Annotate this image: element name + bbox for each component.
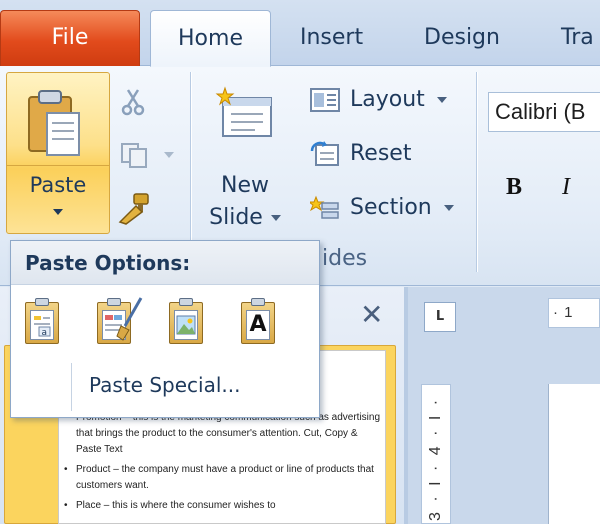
- use-destination-theme-option[interactable]: a: [25, 298, 59, 344]
- layout-icon: [310, 88, 340, 112]
- layout-dropdown-icon: [436, 97, 447, 103]
- new-slide-label-line2: Slide: [195, 202, 295, 234]
- vertical-ruler[interactable]: 3 · I · 4 · I ·: [421, 384, 451, 524]
- paste-as-picture-option[interactable]: [169, 298, 203, 344]
- paste-split-divider: [7, 165, 109, 166]
- paste-options-title: Paste Options:: [11, 241, 319, 285]
- section-button[interactable]: Section: [310, 188, 454, 228]
- keep-text-only-icon: A: [246, 310, 270, 340]
- reset-label: Reset: [350, 141, 412, 166]
- tab-home[interactable]: Home: [150, 10, 271, 67]
- slide-canvas[interactable]: [548, 384, 600, 524]
- theme-sheet-glyph: a: [34, 316, 51, 338]
- paste-special-menu-item[interactable]: Paste Special...: [89, 373, 240, 397]
- paste-label: Paste: [29, 173, 87, 197]
- clipboard-clip: [251, 298, 265, 306]
- italic-button[interactable]: I: [562, 174, 570, 201]
- slides-group-label: ides: [322, 246, 368, 271]
- tab-selector-button[interactable]: L: [424, 302, 456, 332]
- layout-button[interactable]: Layout: [310, 80, 447, 120]
- section-dropdown-icon: [443, 205, 454, 211]
- paste-dropdown-arrow-icon[interactable]: [53, 209, 63, 215]
- horizontal-ruler[interactable]: · 1: [548, 298, 600, 328]
- section-label: Section: [350, 195, 432, 220]
- new-slide-icon: [215, 86, 272, 137]
- new-slide-button[interactable]: New Slide: [195, 74, 295, 234]
- use-destination-theme-icon: a: [30, 310, 54, 340]
- copy-icon[interactable]: [118, 140, 178, 170]
- clipboard-clip: [35, 298, 49, 306]
- theme-glyph-text: a: [42, 328, 48, 338]
- paste-options-menu: Paste Options: a A Paste Special...: [10, 240, 320, 418]
- new-slide-label-text: Slide: [209, 205, 263, 230]
- slide-thumbnail-body: Promotion – this is the marketing commun…: [64, 410, 382, 518]
- paste-button[interactable]: Paste: [6, 72, 110, 234]
- new-slide-dropdown-icon: [270, 215, 281, 221]
- tab-transitions[interactable]: Tra: [561, 10, 594, 66]
- picture-icon: [174, 310, 198, 340]
- keep-text-only-option[interactable]: A: [241, 298, 275, 344]
- new-slide-label-line1: New: [221, 173, 269, 198]
- layout-label: Layout: [350, 87, 425, 112]
- keep-source-formatting-option[interactable]: [97, 297, 143, 344]
- clipboard-clip: [179, 298, 193, 306]
- picture-sheet-glyph: [176, 315, 196, 335]
- close-pane-icon[interactable]: ✕: [360, 298, 383, 331]
- tab-design[interactable]: Design: [424, 10, 500, 66]
- vertical-ruler-marks: 3 · I · 4 · I ·: [427, 396, 444, 521]
- cut-icon[interactable]: [118, 86, 148, 116]
- font-name-box[interactable]: Calibri (B: [488, 92, 600, 132]
- format-painter-icon[interactable]: [116, 192, 152, 226]
- tab-file[interactable]: File: [0, 10, 140, 66]
- section-icon: [310, 195, 339, 219]
- slide-bullet: Place – this is where the consumer wishe…: [64, 498, 382, 514]
- group-separator: [476, 72, 477, 272]
- ribbon-tab-strip: File Home Insert Design Tra: [0, 0, 600, 67]
- menu-divider: [71, 363, 72, 411]
- reset-button[interactable]: Reset: [310, 134, 411, 174]
- slide-bullet: Product – the company must have a produc…: [64, 462, 382, 494]
- reset-icon: [310, 141, 339, 166]
- bold-button[interactable]: B: [506, 174, 522, 201]
- tab-insert[interactable]: Insert: [300, 10, 363, 66]
- paste-icon: [28, 90, 80, 156]
- paintbrush-icon: [116, 297, 143, 341]
